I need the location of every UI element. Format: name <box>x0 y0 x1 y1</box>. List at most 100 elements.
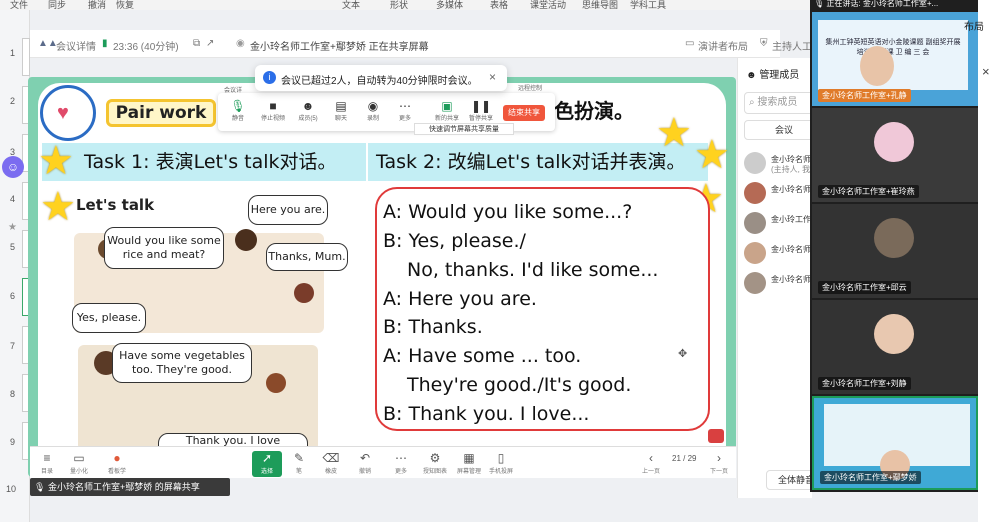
member-row[interactable]: 金小玲名师 <box>744 272 812 296</box>
info-icon: i <box>263 71 276 84</box>
toc-button[interactable]: ≡ 目录 <box>32 451 62 475</box>
menu-subject-tools[interactable]: 学科工具 <box>630 0 666 10</box>
layout-icon[interactable]: ▭ <box>685 38 694 49</box>
star-icon[interactable]: ★ <box>8 222 17 233</box>
meeting-details-button[interactable]: 会议详情 <box>56 38 96 53</box>
slide-canvas: ♥ Pair work 色扮演。 Task 1: 表演Let's talk对话。… <box>38 83 730 471</box>
signal-icon: ▮ <box>102 38 108 49</box>
more-button[interactable]: ⋯ 更多 <box>390 99 420 122</box>
meeting-button[interactable]: 会议 <box>744 120 812 140</box>
dialog-line: No, thanks. I'd like some... <box>407 259 659 281</box>
mic-icon: 🎙︎ <box>230 99 246 113</box>
avatar <box>744 182 766 204</box>
avatar <box>744 152 766 174</box>
toast-message: 会议已超过2人，自动转为40分钟限时会议。 <box>281 76 478 87</box>
pen-icon: ✎ <box>293 451 305 465</box>
video-tile-label: 金小玲名师工作室+鄢梦娇 <box>820 471 921 484</box>
speech-bubble: Would you like some rice and meat? <box>104 227 224 269</box>
phone-cast-button[interactable]: ▯ 手机投屏 <box>486 451 516 475</box>
layout-button[interactable]: 演讲者布局 <box>698 38 748 53</box>
avatar <box>744 242 766 264</box>
person-head <box>235 229 257 251</box>
member-row[interactable]: 金小玲工作 <box>744 212 812 236</box>
next-page-button[interactable]: › 下一页 <box>704 451 734 475</box>
chevron-right-icon: › <box>717 451 721 465</box>
member-search-input[interactable]: ⌕ 搜索成员 <box>744 92 812 114</box>
record-button[interactable]: ◉ 录制 <box>358 99 388 122</box>
video-tile[interactable]: 集州工钟英短英语对小金陵课题 副组奖开展培训 各研课 卫 编 三 会 金小玲名师… <box>812 12 978 106</box>
video-tile-label: 金小玲名师工作室+邱云 <box>818 281 911 294</box>
undo-button[interactable]: ↶ 撤销 <box>350 451 380 475</box>
menu-redo[interactable]: 恢复 <box>116 0 134 10</box>
face <box>860 46 894 86</box>
chart-icon: ⚙ <box>429 451 441 465</box>
menu-text[interactable]: 文本 <box>342 0 360 10</box>
mic-icon: 🎙︎ <box>814 0 827 8</box>
dialog-template-box: A: Would you like some...? B: Yes, pleas… <box>375 187 710 431</box>
video-tile[interactable]: 金小玲名师工作室+刘静 <box>812 300 978 394</box>
speech-bubble: Yes, please. <box>72 303 146 333</box>
host-label: 主持人工 <box>772 42 812 53</box>
video-slide-text: 集州工钟英短英语对小金陵课题 副组奖开展培训 各研课 卫 编 三 会 <box>818 20 968 90</box>
select-tool-button[interactable]: ➚ 选择 <box>252 451 282 477</box>
toast-close-button[interactable]: × <box>489 70 496 84</box>
new-share-button[interactable]: ▣ 新的共享 <box>432 99 462 122</box>
screen-icon: ▦ <box>463 451 475 465</box>
shared-slide: ♥ Pair work 色扮演。 Task 1: 表演Let's talk对话。… <box>28 77 736 477</box>
minimize-button[interactable]: ▭ 量小化 <box>64 451 94 475</box>
video-tile-active[interactable]: 金小玲名师工作室+鄢梦娇 <box>812 396 978 490</box>
avatar <box>874 122 914 162</box>
sharer-title: 金小玲名师工作室+鄢梦娇 正在共享屏幕 <box>250 42 429 53</box>
menu-file[interactable]: 文件 <box>10 0 28 10</box>
slide-thumbnail[interactable] <box>22 38 30 76</box>
star-icon: ★ <box>38 139 74 183</box>
mute-all-button[interactable]: 全体静音 <box>766 470 812 490</box>
chat-button[interactable]: ▤ 聊天 <box>326 99 356 122</box>
menu-class-activity[interactable]: 课堂活动 <box>530 0 566 10</box>
menu-media[interactable]: 多媒体 <box>436 0 463 10</box>
pause-icon: ❚❚ <box>470 99 492 113</box>
member-row[interactable]: 金小玲名师 <box>744 242 812 266</box>
menu-undo[interactable]: 撤消 <box>88 0 106 10</box>
slide-number: 4 <box>10 194 16 204</box>
slide-number: 2 <box>10 96 16 106</box>
knowledge-chart-button[interactable]: ⚙ 授知图表 <box>420 451 450 475</box>
more-tools-button[interactable]: ⋯ 更多 <box>386 451 416 475</box>
pen-tool-button[interactable]: ✎ 笔 <box>284 451 314 475</box>
heart-icon: ♥ <box>57 102 69 124</box>
video-tile[interactable]: 金小玲名师工作室+崔玲燕 <box>812 108 978 202</box>
person-head <box>266 373 286 393</box>
star-icon: ★ <box>656 111 692 155</box>
meeting-details-mini[interactable]: 会议详 <box>224 85 242 94</box>
menu-sync[interactable]: 同步 <box>48 0 66 10</box>
end-share-button[interactable]: 结束共享 <box>503 105 545 121</box>
slide-toolbar: ≡ 目录 ▭ 量小化 ● 看板学 ➚ 选择 ✎ 笔 ⌫ 橡皮 ↶ 撤销 ⋯ 更多 ⚙ 授知图表 ▦… <box>30 446 736 478</box>
pause-share-button[interactable]: ❚❚ 暂停共享 <box>466 99 496 122</box>
menu-table[interactable]: 表格 <box>490 0 508 10</box>
assistant-bot-icon[interactable]: ☺ <box>2 156 24 178</box>
slide-number: 7 <box>10 341 16 351</box>
video-column: 🎙︎ 正在讲话: 金小玲名师工作室+... 集州工钟英短英语对小金陵课题 副组奖… <box>810 0 978 492</box>
undo-icon: ↶ <box>359 451 371 465</box>
remote-control-label[interactable]: 远程控制 <box>518 83 542 92</box>
menu-shape[interactable]: 形状 <box>390 0 408 10</box>
stop-video-button[interactable]: ■ 停止视频 <box>258 99 288 122</box>
lets-talk-title: Let's talk <box>76 196 155 214</box>
close-icon[interactable]: × <box>982 64 990 79</box>
members-button[interactable]: ☻ 成员(5) <box>293 99 323 122</box>
prev-page-button[interactable]: ‹ 上一页 <box>636 451 666 475</box>
camera-icon: ■ <box>269 99 277 113</box>
dialog-line: A: Would you like some...? <box>383 201 633 223</box>
eraser-tool-button[interactable]: ⌫ 橡皮 <box>316 451 346 475</box>
menu-mindmap[interactable]: 思维导图 <box>582 0 618 10</box>
member-row[interactable]: 金小玲名师 (主持人, 我 <box>744 152 812 176</box>
screen-manage-button[interactable]: ▦ 屏幕管理 <box>454 451 484 475</box>
copy-icon[interactable]: ⧉ <box>193 38 200 49</box>
speaking-indicator: 🎙︎ 正在讲话: 金小玲名师工作室+... <box>814 0 939 8</box>
mute-button[interactable]: 🎙︎ 静音 <box>223 99 253 122</box>
people-icon: ☻ <box>746 70 760 81</box>
board-button[interactable]: ● 看板学 <box>102 451 132 475</box>
video-tile[interactable]: 金小玲名师工作室+邱云 <box>812 204 978 298</box>
popout-icon[interactable]: ↗ <box>206 38 214 49</box>
member-row[interactable]: 金小玲名师 <box>744 182 812 206</box>
